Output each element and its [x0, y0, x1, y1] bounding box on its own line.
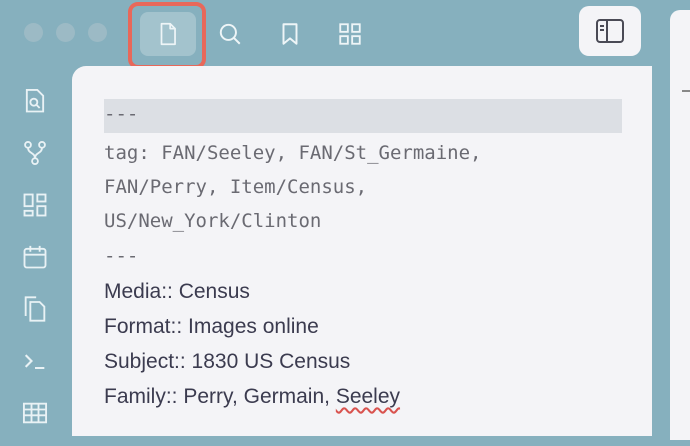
grid-icon	[339, 23, 361, 45]
media-field[interactable]: Media:: Census	[104, 280, 250, 304]
minimize-window-button[interactable]	[56, 23, 75, 42]
chevron-icon	[682, 90, 690, 102]
graph-icon[interactable]	[16, 134, 54, 172]
window-controls	[24, 23, 107, 42]
terminal-icon[interactable]	[16, 342, 54, 380]
tag-line-3[interactable]: US/New_York/Clinton	[104, 210, 321, 232]
calendar-icon[interactable]	[16, 238, 54, 276]
table-icon[interactable]	[16, 394, 54, 432]
frontmatter-start[interactable]: ---	[104, 103, 138, 125]
search-file-icon[interactable]	[16, 82, 54, 120]
subject-field[interactable]: Subject:: 1830 US Census	[104, 350, 350, 374]
tab-dashboard[interactable]	[328, 14, 372, 54]
highlight-annotation	[128, 2, 206, 69]
tab-bookmarks[interactable]	[268, 14, 312, 54]
left-ribbon	[16, 82, 56, 446]
format-field[interactable]: Format:: Images online	[104, 315, 319, 339]
bookmark-icon	[282, 23, 298, 45]
maximize-window-button[interactable]	[88, 23, 107, 42]
search-icon	[219, 23, 241, 45]
copy-icon[interactable]	[16, 290, 54, 328]
family-field[interactable]: Family:: Perry, Germain, Seeley	[104, 385, 400, 409]
tag-line-2[interactable]: FAN/Perry, Item/Census,	[104, 176, 367, 198]
frontmatter-end[interactable]: ---	[104, 245, 138, 267]
active-line-highlight	[104, 99, 622, 133]
tag-line-1[interactable]: tag: FAN/Seeley, FAN/St_Germaine,	[104, 142, 482, 164]
family-last-name: Seeley	[335, 385, 401, 408]
close-window-button[interactable]	[24, 23, 43, 42]
sidebar-icon	[596, 19, 624, 43]
dashboard-icon[interactable]	[16, 186, 54, 224]
tab-search[interactable]	[208, 14, 252, 54]
family-prefix: Family:: Perry, Germain,	[104, 385, 336, 408]
right-pane	[670, 10, 690, 440]
toggle-right-sidebar-button[interactable]	[579, 6, 641, 56]
